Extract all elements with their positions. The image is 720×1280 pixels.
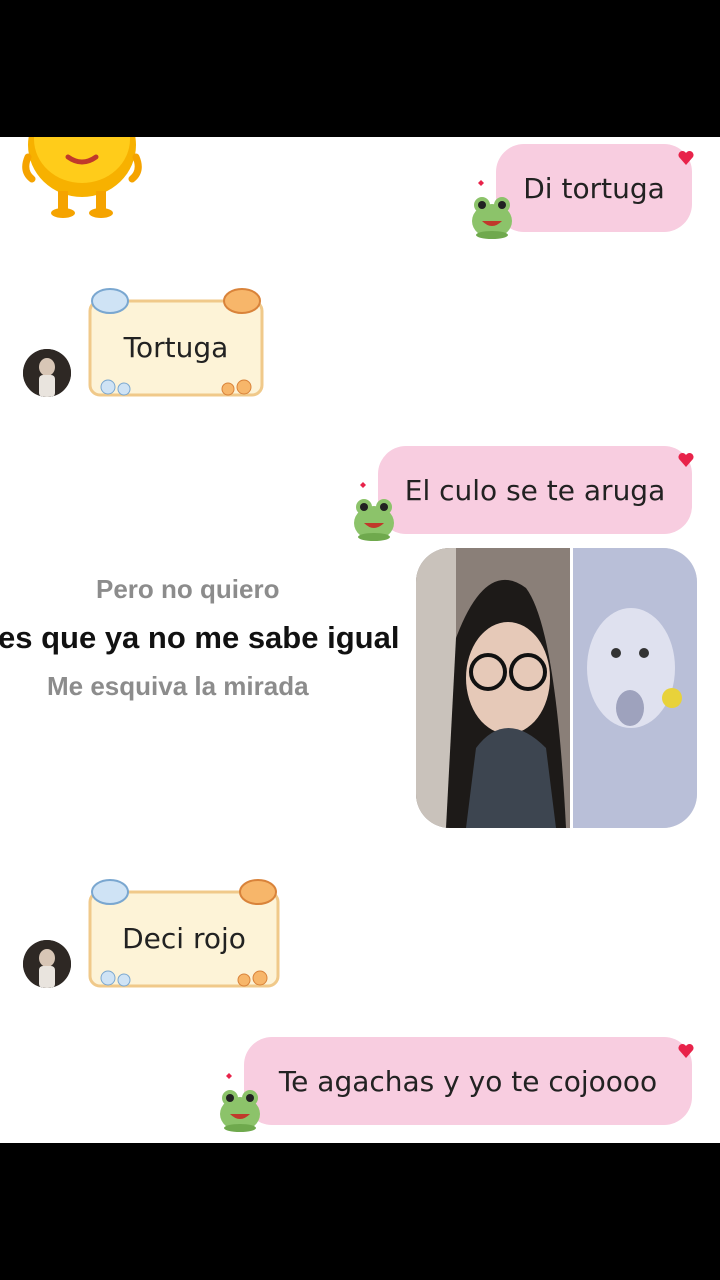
chat-area[interactable]: Di tortuga Tortuga El culo se te aruga P… [0,137,720,1143]
message-text: Deci rojo [122,922,246,955]
lyric-line: Me esquiva la mirada [47,671,309,701]
contact-avatar[interactable] [23,940,71,988]
heart-icon [678,452,694,467]
photo-message[interactable] [416,548,697,828]
outgoing-message-bubble[interactable]: El culo se te aruga [378,446,692,534]
outgoing-message-bubble[interactable]: Te agachas y yo te cojoooo [244,1037,692,1125]
message-text: Di tortuga [523,171,665,205]
lyric-line: Pero no quiero [96,574,280,604]
frog-sticker-icon [354,482,394,541]
message-text: Te agachas y yo te cojoooo [278,1064,658,1098]
emoji-sticker-icon [22,137,142,218]
bottom-black-bar [0,1143,720,1280]
heart-icon [678,1043,694,1058]
contact-avatar[interactable] [23,349,71,397]
lyric-line: es que ya no me sabe igual [0,620,400,655]
top-black-bar [0,0,720,137]
message-text: Tortuga [123,331,229,364]
incoming-note-sticker[interactable]: Deci rojo [86,878,282,990]
message-text: El culo se te aruga [404,473,666,507]
heart-icon [678,150,694,165]
frog-sticker-icon [220,1073,260,1132]
outgoing-message-bubble[interactable]: Di tortuga [496,144,692,232]
frog-sticker-icon [472,180,512,239]
incoming-note-sticker[interactable]: Tortuga [86,287,266,399]
